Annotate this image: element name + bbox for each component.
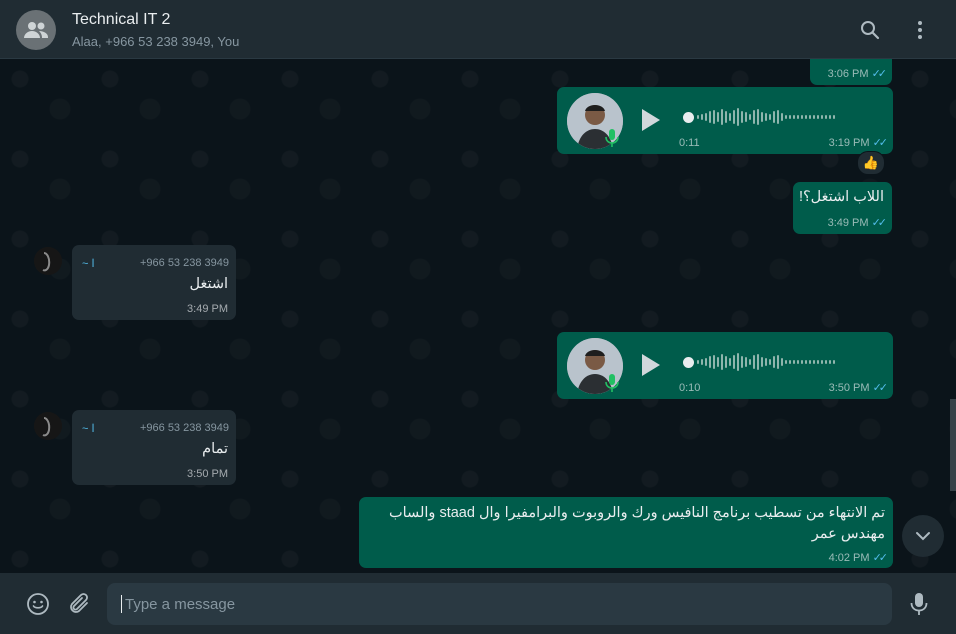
voice-duration: 0:11 — [679, 137, 700, 149]
message-text: تمام — [202, 441, 228, 457]
message-time: 3:50 PM — [187, 468, 228, 480]
read-ticks-icon: ✓✓ — [871, 217, 888, 229]
play-button[interactable] — [642, 109, 660, 131]
sender-phone[interactable]: +966 53 238 3949 — [140, 422, 229, 434]
mic-badge-icon — [605, 129, 619, 147]
message-input[interactable]: Type a message — [107, 583, 892, 625]
message-input-placeholder: Type a message — [125, 595, 236, 613]
voice-message-outgoing[interactable]: 0:11 3:19 PM ✓✓ — [557, 87, 893, 154]
sender-name: ~ ا — [82, 423, 95, 435]
message-text: اشتغل — [189, 276, 228, 292]
sender-phone[interactable]: +966 53 238 3949 — [140, 257, 229, 269]
chat-title[interactable]: Technical IT 2 — [72, 11, 170, 29]
message-bubble-incoming[interactable]: +966 53 238 3949 ~ ا تمام 3:50 PM — [72, 410, 236, 485]
mic-icon[interactable] — [906, 591, 932, 617]
message-time: 3:49 PM — [187, 303, 228, 315]
message-bubble-incoming[interactable]: +966 53 238 3949 ~ ا اشتغل 3:49 PM — [72, 245, 236, 320]
chat-header: Technical IT 2 Alaa, +966 53 238 3949, Y… — [0, 0, 956, 59]
voice-message-outgoing[interactable]: 0:10 3:50 PM ✓✓ — [557, 332, 893, 399]
sender-avatar[interactable] — [34, 247, 62, 275]
message-time: 3:50 PM ✓✓ — [828, 382, 889, 394]
mic-badge-icon — [605, 374, 619, 392]
scroll-down-button[interactable] — [902, 515, 944, 557]
read-ticks-icon: ✓✓ — [872, 382, 889, 394]
sender-avatar[interactable] — [34, 412, 62, 440]
message-time: 4:02 PM ✓✓ — [828, 552, 889, 564]
group-avatar-icon[interactable] — [16, 10, 56, 50]
message-text: اللاب اشتغل؟! — [798, 189, 884, 205]
search-icon[interactable] — [858, 18, 882, 42]
message-time: 3:06 PM ✓✓ — [827, 68, 888, 80]
menu-icon[interactable] — [908, 18, 932, 42]
read-ticks-icon: ✓✓ — [872, 137, 889, 149]
message-text: تم الانتهاء من تسطيب برنامج النافيس ورك … — [388, 505, 885, 542]
composer: Type a message — [0, 573, 956, 634]
message-bubble-outgoing[interactable]: 3:06 PM ✓✓ — [810, 59, 892, 85]
reaction-thumbs-up[interactable]: 👍 — [857, 151, 885, 175]
scrollbar[interactable] — [950, 399, 956, 491]
voice-progress-knob[interactable] — [683, 357, 694, 368]
message-bubble-outgoing[interactable]: تم الانتهاء من تسطيب برنامج النافيس ورك … — [359, 497, 893, 568]
attach-icon[interactable] — [66, 591, 92, 617]
voice-progress-knob[interactable] — [683, 112, 694, 123]
voice-duration: 0:10 — [679, 382, 701, 394]
chevron-down-icon — [916, 532, 930, 541]
read-ticks-icon: ✓✓ — [871, 68, 888, 80]
message-time: 3:19 PM ✓✓ — [828, 137, 889, 149]
voice-waveform[interactable] — [697, 350, 835, 374]
message-time: 3:49 PM ✓✓ — [827, 217, 888, 229]
message-bubble-outgoing[interactable]: اللاب اشتغل؟! 3:49 PM ✓✓ — [793, 182, 892, 234]
play-button[interactable] — [642, 354, 660, 376]
message-list[interactable]: 3:06 PM ✓✓ 0:11 3:19 PM ✓✓ 👍 اللاب اشتغل؟!… — [0, 59, 956, 573]
read-ticks-icon: ✓✓ — [872, 552, 889, 564]
sender-name: ~ ا — [82, 258, 95, 270]
group-members[interactable]: Alaa, +966 53 238 3949, You — [72, 34, 239, 49]
voice-waveform[interactable] — [697, 105, 835, 129]
emoji-icon[interactable] — [25, 591, 51, 617]
